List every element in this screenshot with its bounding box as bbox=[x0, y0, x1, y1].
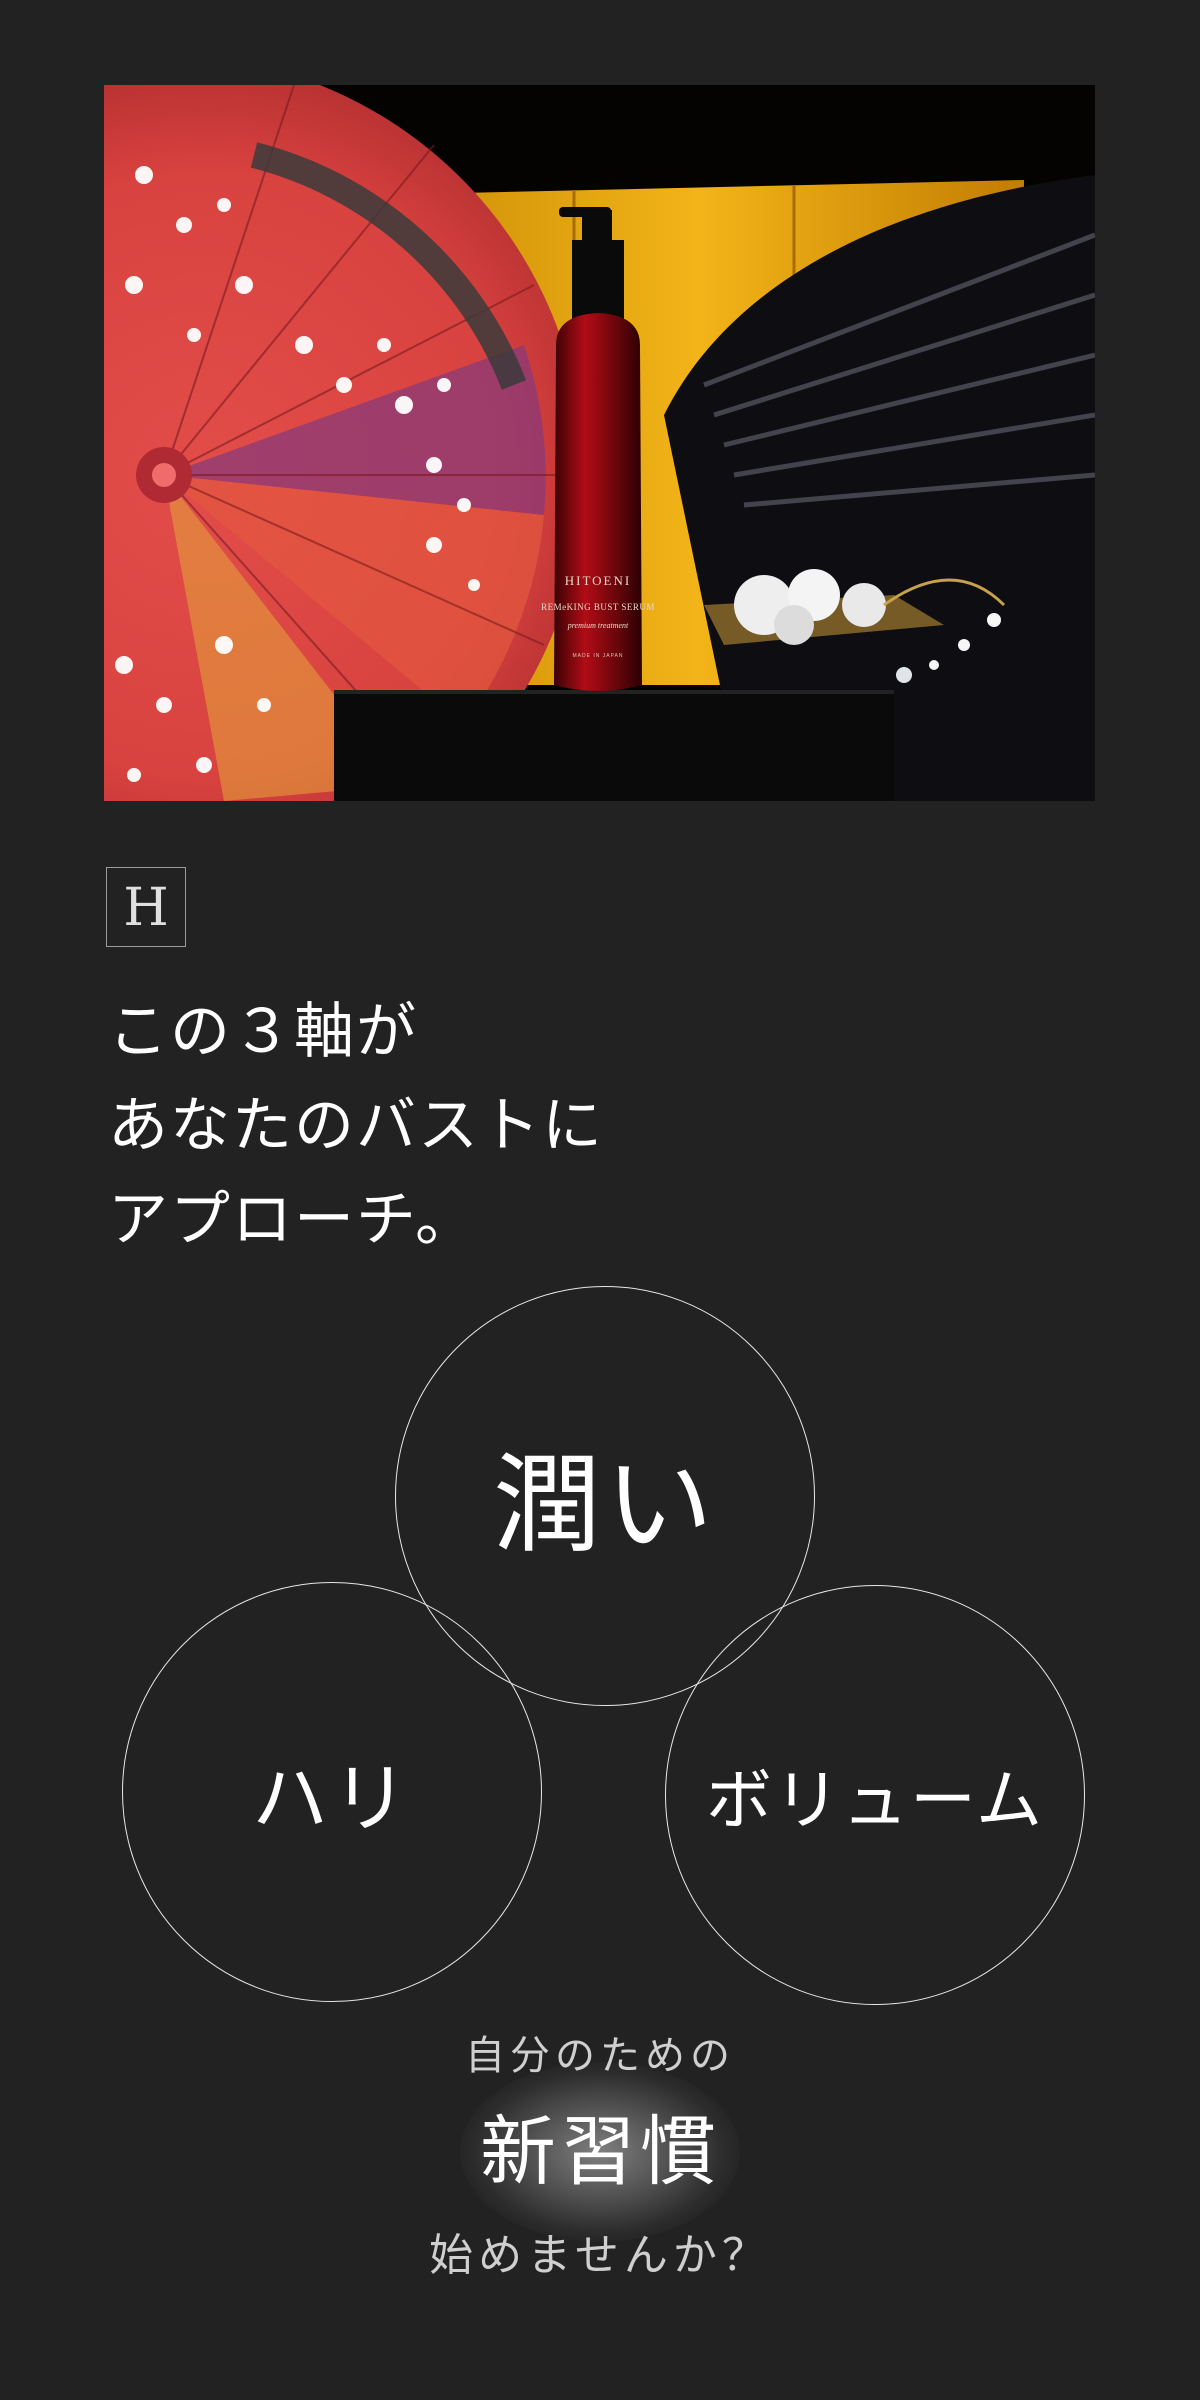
axis-circle-firmness: ハリ bbox=[122, 1582, 542, 2002]
axis-label-volume: ボリューム bbox=[705, 1762, 1045, 1839]
section-heading: この３軸が あなたのバストに アプローチ。 bbox=[108, 985, 808, 1267]
axis-label-moisture: 潤い bbox=[492, 1443, 717, 1568]
logo-letter: H bbox=[123, 878, 169, 938]
heading-line-3: アプローチ。 bbox=[108, 1185, 477, 1255]
bottle-script-text: premium treatment bbox=[567, 621, 629, 630]
heading-line-1: この３軸が bbox=[108, 997, 418, 1067]
bottle-brand-text: HITOENI bbox=[565, 573, 631, 588]
closing-highlight: 新習慣 bbox=[300, 2062, 900, 2242]
axis-label-firmness: ハリ bbox=[252, 1754, 412, 1843]
heading-line-2: あなたのバストに bbox=[108, 1091, 604, 1161]
brand-logo-mark: H bbox=[106, 867, 186, 947]
closing-message: 自分のための 新習慣 始めませんか？ bbox=[300, 2020, 900, 2292]
hero-product-image: HITOENI REMeKING BUST SERUM premium trea… bbox=[104, 85, 1095, 801]
axis-circle-volume: ボリューム bbox=[665, 1585, 1085, 2005]
bottle-product-text: REMeKING BUST SERUM bbox=[541, 602, 655, 612]
closing-main-text: 新習慣 bbox=[480, 2107, 720, 2196]
bottle-origin-text: MADE IN JAPAN bbox=[573, 653, 624, 659]
